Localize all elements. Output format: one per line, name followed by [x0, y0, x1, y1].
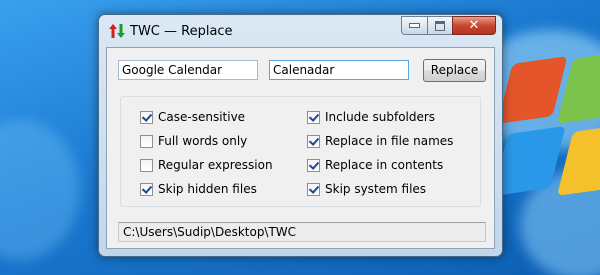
maximize-button[interactable] — [427, 16, 452, 35]
option-case-sensitive[interactable]: Case-sensitive — [140, 110, 245, 124]
option-label: Regular expression — [158, 158, 273, 172]
options-group: Case-sensitive Full words only Regular e… — [120, 96, 481, 207]
checkbox[interactable] — [307, 182, 320, 196]
window-client-area: Replace Case-sensitive Full words only R… — [106, 47, 495, 249]
search-input[interactable] — [118, 60, 258, 80]
option-label: Replace in file names — [325, 134, 454, 148]
option-skip-hidden-files[interactable]: Skip hidden files — [140, 182, 257, 196]
title-bar[interactable]: TWC — Replace ✕ — [99, 15, 502, 47]
checkbox[interactable] — [140, 158, 153, 172]
checkbox[interactable] — [307, 158, 320, 172]
window-controls: ✕ — [401, 16, 496, 35]
checkbox[interactable] — [307, 110, 320, 124]
checkbox[interactable] — [140, 110, 153, 124]
replace-input[interactable] — [269, 60, 409, 80]
option-label: Case-sensitive — [158, 110, 246, 124]
background-glow — [0, 120, 80, 260]
status-path: C:\Users\Sudip\Desktop\TWC — [118, 222, 486, 242]
up-down-arrows-icon — [109, 24, 125, 38]
option-include-subfolders[interactable]: Include subfolders — [307, 110, 435, 124]
maximize-icon — [435, 20, 445, 31]
option-label: Skip system files — [325, 182, 427, 196]
minimize-icon — [409, 23, 420, 28]
checkbox[interactable] — [140, 182, 153, 196]
option-label: Replace in contents — [325, 158, 444, 172]
minimize-button[interactable] — [401, 16, 427, 35]
close-icon: ✕ — [468, 18, 480, 33]
option-label: Skip hidden files — [158, 182, 257, 196]
option-regular-expression[interactable]: Regular expression — [140, 158, 273, 172]
checkbox[interactable] — [140, 134, 153, 148]
replace-button[interactable]: Replace — [423, 59, 486, 82]
option-label: Include subfolders — [325, 110, 436, 124]
window-title: TWC — Replace — [130, 24, 233, 39]
checkbox[interactable] — [307, 134, 320, 148]
option-replace-in-file-names[interactable]: Replace in file names — [307, 134, 453, 148]
option-full-words-only[interactable]: Full words only — [140, 134, 247, 148]
close-button[interactable]: ✕ — [452, 16, 496, 35]
option-replace-in-contents[interactable]: Replace in contents — [307, 158, 443, 172]
option-label: Full words only — [158, 134, 248, 148]
replace-window: TWC — Replace ✕ Replace Case-sensitive F — [98, 14, 503, 257]
option-skip-system-files[interactable]: Skip system files — [307, 182, 426, 196]
